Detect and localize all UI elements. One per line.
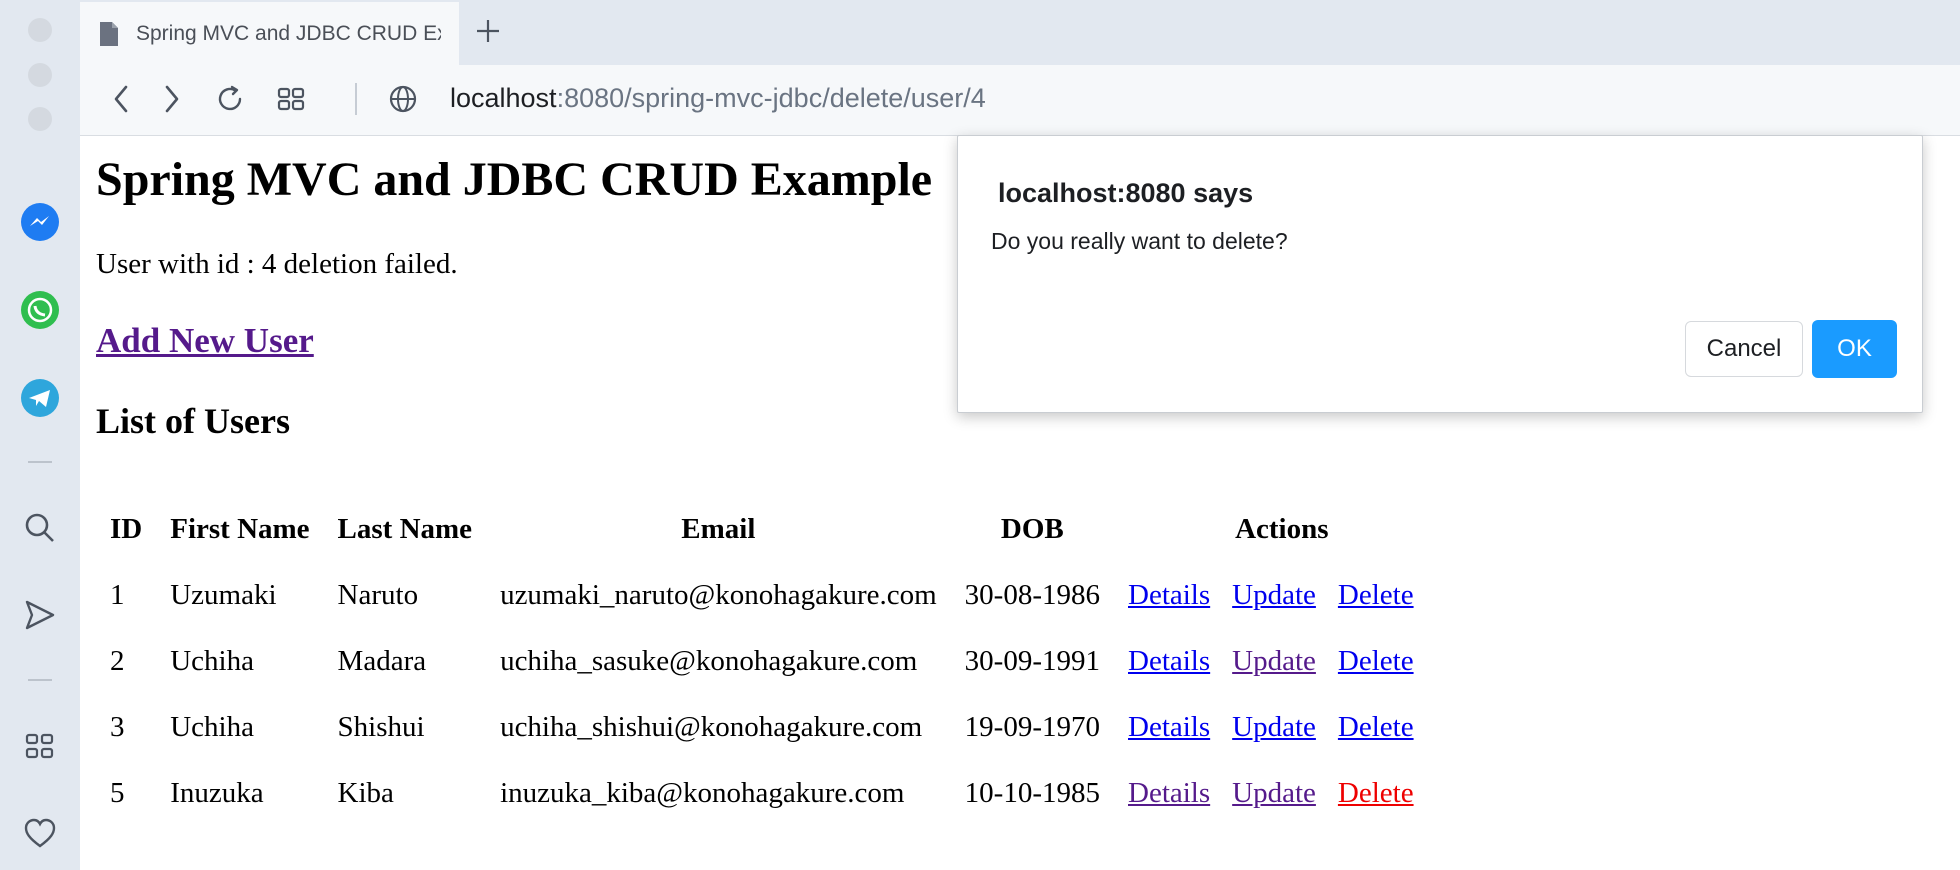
update-link[interactable]: Update <box>1232 777 1316 809</box>
url-host: localhost <box>450 83 557 113</box>
table-row: 1 Uzumaki Naruto uzumaki_naruto@konohaga… <box>96 562 1450 628</box>
delete-link[interactable]: Delete <box>1338 579 1414 611</box>
browser-sidebar <box>0 0 80 870</box>
cell-last-name: Madara <box>337 644 427 677</box>
document-icon <box>98 20 120 53</box>
delete-link[interactable]: Delete <box>1338 777 1414 809</box>
details-link[interactable]: Details <box>1128 645 1210 677</box>
sidebar-divider <box>28 461 52 463</box>
cell-email: inuzuka_kiba@konohagakure.com <box>500 776 905 809</box>
cell-last-name: Naruto <box>337 578 419 611</box>
page-title: Spring MVC and JDBC CRUD Example <box>96 153 933 206</box>
cell-dob: 30-09-1991 <box>964 644 1100 677</box>
reload-icon[interactable] <box>212 81 248 117</box>
apps-grid-icon[interactable] <box>17 723 63 769</box>
cell-dob: 19-09-1970 <box>964 710 1100 743</box>
sidebar-divider-2 <box>28 679 52 681</box>
browser-tab[interactable]: Spring MVC and JDBC CRUD Example <box>80 2 459 65</box>
url-field[interactable]: localhost:8080/spring-mvc-jdbc/delete/us… <box>450 83 986 114</box>
table-row: 5 Inuzuka Kiba inuzuka_kiba@konohagakure… <box>96 760 1450 826</box>
address-divider <box>355 83 357 115</box>
delete-link[interactable]: Delete <box>1338 645 1414 677</box>
window-maximize-dot[interactable] <box>28 107 52 131</box>
update-link[interactable]: Update <box>1232 579 1316 611</box>
telegram-icon[interactable] <box>17 375 63 421</box>
cancel-button[interactable]: Cancel <box>1685 321 1803 377</box>
cell-first-name: Uchiha <box>170 644 254 677</box>
cell-actions: Details Update Delete <box>1114 628 1450 694</box>
tab-grid-icon[interactable] <box>273 81 309 117</box>
table-row: 2 Uchiha Madara uchiha_sasuke@konohagaku… <box>96 628 1450 694</box>
whatsapp-icon[interactable] <box>17 287 63 333</box>
confirm-dialog: localhost:8080 says Do you really want t… <box>957 135 1923 413</box>
forward-icon[interactable] <box>153 81 189 117</box>
messenger-icon[interactable] <box>17 199 63 245</box>
heart-icon[interactable] <box>17 811 63 857</box>
search-icon[interactable] <box>17 505 63 551</box>
cell-actions: Details Update Delete <box>1114 694 1450 760</box>
tab-bar: Spring MVC and JDBC CRUD Example <box>80 0 1960 65</box>
dialog-title: localhost:8080 says <box>998 178 1254 208</box>
details-link[interactable]: Details <box>1128 777 1210 809</box>
cell-last-name: Kiba <box>337 776 394 809</box>
cell-dob: 10-10-1985 <box>964 776 1100 809</box>
cell-first-name: Uzumaki <box>170 578 277 611</box>
cell-actions: Details Update Delete <box>1114 760 1450 826</box>
delete-link[interactable]: Delete <box>1338 711 1414 743</box>
cell-first-name: Inuzuka <box>170 776 264 809</box>
cell-last-name: Shishui <box>337 710 425 743</box>
cell-email: uzumaki_naruto@konohagakure.com <box>500 578 937 611</box>
users-table: ID First Name Last Name Email DOB Action… <box>96 496 1450 826</box>
list-heading: List of Users <box>96 401 290 441</box>
header-actions: Actions <box>1235 512 1329 545</box>
back-icon[interactable] <box>104 81 140 117</box>
header-email: Email <box>681 512 756 545</box>
table-header-row: ID First Name Last Name Email DOB Action… <box>96 496 1450 562</box>
cell-email: uchiha_shishui@konohagakure.com <box>500 710 923 743</box>
send-icon[interactable] <box>17 592 63 638</box>
update-link[interactable]: Update <box>1232 711 1316 743</box>
ok-button[interactable]: OK <box>1812 320 1897 378</box>
url-path: :8080/spring-mvc-jdbc/delete/user/4 <box>556 83 986 113</box>
cell-actions: Details Update Delete <box>1114 562 1450 628</box>
new-tab-button[interactable] <box>470 13 506 49</box>
address-bar: localhost:8080/spring-mvc-jdbc/delete/us… <box>80 65 1960 136</box>
window-minimize-dot[interactable] <box>28 63 52 87</box>
cell-id: 2 <box>110 644 125 677</box>
status-message: User with id : 4 deletion failed. <box>96 248 458 280</box>
add-new-user-link[interactable]: Add New User <box>96 321 314 361</box>
table-row: 3 Uchiha Shishui uchiha_shishui@konohaga… <box>96 694 1450 760</box>
cell-dob: 30-08-1986 <box>964 578 1100 611</box>
tab-title: Spring MVC and JDBC CRUD Example <box>136 22 441 45</box>
header-last-name: Last Name <box>337 512 473 545</box>
cell-email: uchiha_sasuke@konohagakure.com <box>500 644 918 677</box>
header-dob: DOB <box>1000 512 1064 545</box>
cell-id: 5 <box>110 776 125 809</box>
globe-icon <box>385 81 421 117</box>
cell-id: 1 <box>110 578 125 611</box>
details-link[interactable]: Details <box>1128 579 1210 611</box>
cell-id: 3 <box>110 710 125 743</box>
header-id: ID <box>110 512 143 545</box>
window-close-dot[interactable] <box>28 18 52 42</box>
update-link[interactable]: Update <box>1232 645 1316 677</box>
dialog-message: Do you really want to delete? <box>991 228 1288 254</box>
details-link[interactable]: Details <box>1128 711 1210 743</box>
cell-first-name: Uchiha <box>170 710 254 743</box>
header-first-name: First Name <box>170 512 310 545</box>
